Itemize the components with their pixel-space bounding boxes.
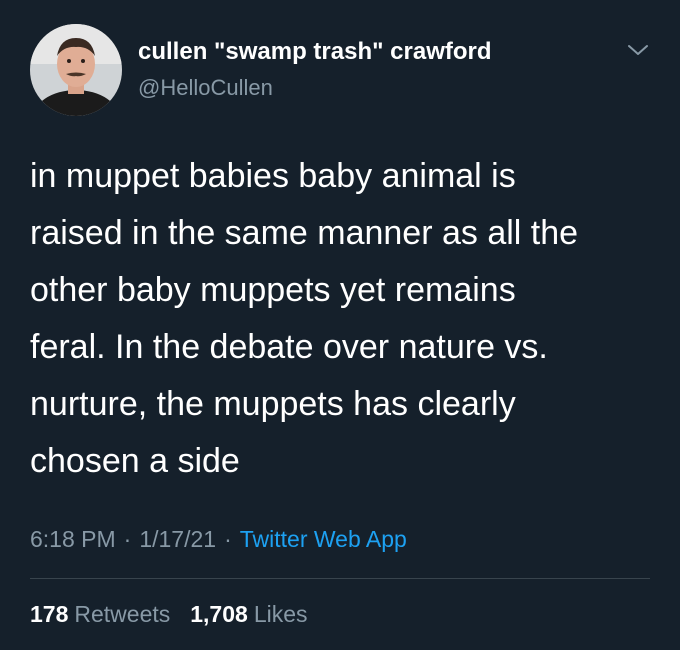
tweet-text-line: raised in the same manner as all the: [30, 214, 579, 252]
tweet-source-link[interactable]: Twitter Web App: [240, 526, 407, 552]
tweet-timestamp[interactable]: 6:18 PM · 1/17/21: [30, 526, 216, 552]
tweet-text: in muppet babies baby animal is raised i…: [30, 148, 650, 490]
retweets-stat[interactable]: 178 Retweets: [30, 601, 170, 627]
user-avatar-image: [30, 24, 122, 116]
likes-label: Likes: [253, 601, 308, 627]
tweet-time: 6:18 PM: [30, 526, 116, 552]
tweet-metadata: 6:18 PM · 1/17/21 · Twitter Web App: [30, 526, 407, 553]
retweets-label: Retweets: [74, 601, 171, 627]
tweet-card: cullen "swamp trash" crawford @HelloCull…: [0, 0, 680, 650]
separator-dot: ·: [123, 526, 132, 552]
divider: [30, 578, 650, 579]
tweet-date: 1/17/21: [139, 526, 217, 552]
tweet-text-line: feral. In the debate over nature vs.: [30, 328, 548, 366]
author-display-name[interactable]: cullen "swamp trash" crawford: [138, 38, 492, 66]
tweet-text-line: other baby muppets yet remains: [30, 271, 516, 309]
likes-count: 1,708: [190, 601, 248, 627]
likes-stat[interactable]: 1,708 Likes: [190, 601, 307, 627]
author-handle[interactable]: @HelloCullen: [138, 75, 273, 101]
user-avatar[interactable]: [30, 24, 122, 116]
tweet-text-line: nurture, the muppets has clearly: [30, 385, 516, 423]
retweets-count: 178: [30, 601, 69, 627]
chevron-down-icon[interactable]: [626, 40, 650, 60]
engagement-stats: 178 Retweets 1,708 Likes: [30, 601, 308, 628]
tweet-text-line: in muppet babies baby animal is: [30, 157, 516, 195]
tweet-text-line: chosen a side: [30, 442, 240, 480]
separator-dot: ·: [224, 526, 232, 552]
